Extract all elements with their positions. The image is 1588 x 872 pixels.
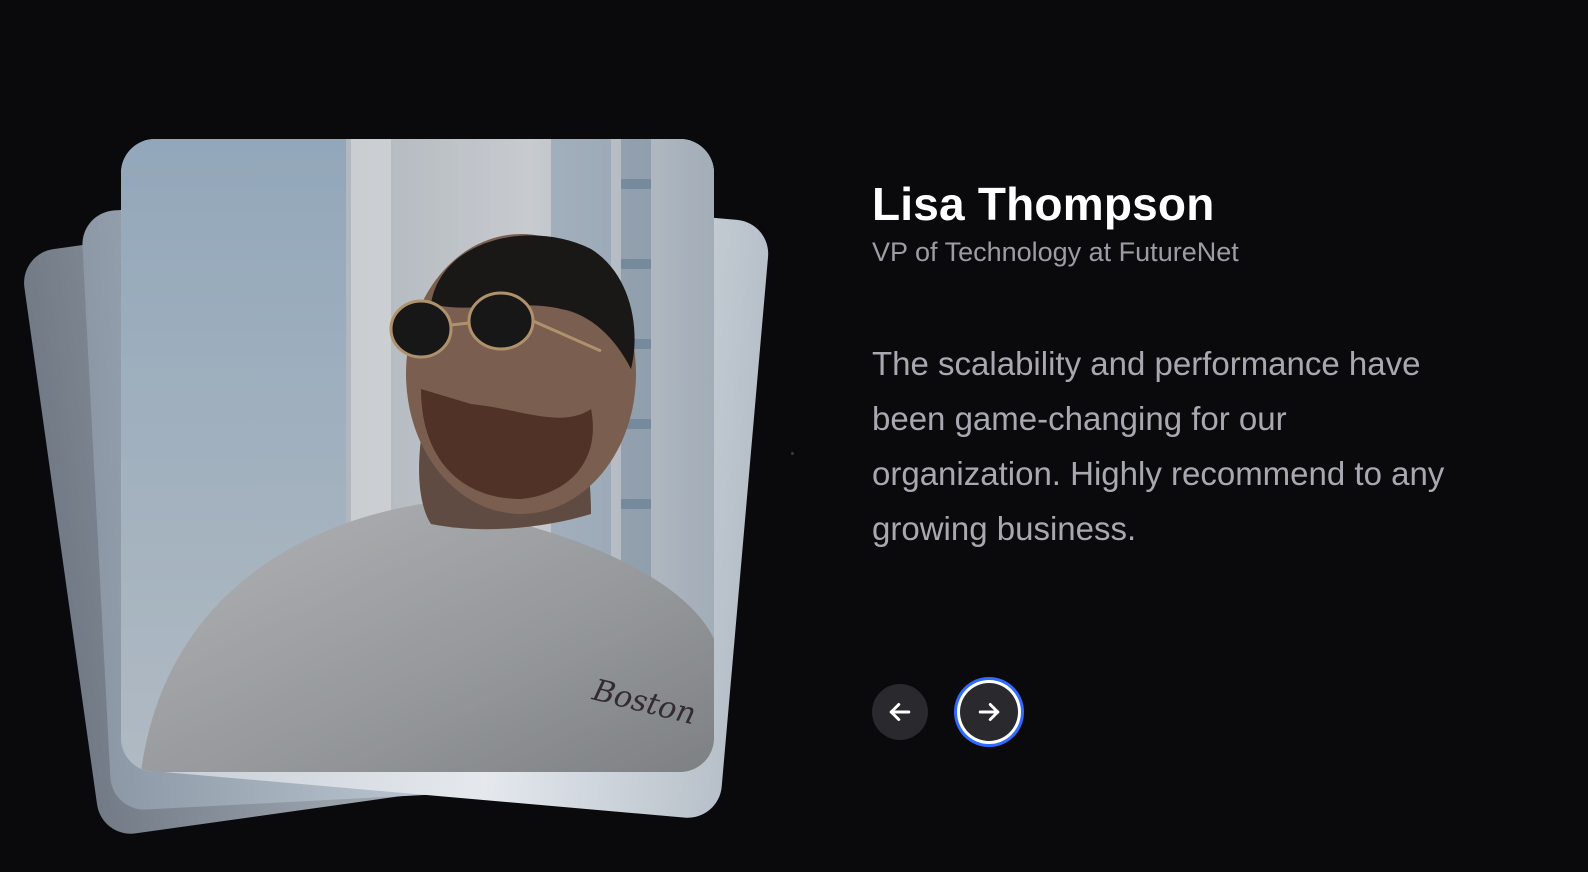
testimonial-carousel: Boston Lisa Thompson VP of Technology at… (0, 0, 1588, 872)
testimonial-content: Lisa Thompson VP of Technology at Future… (872, 176, 1512, 556)
testimonial-name: Lisa Thompson (872, 178, 1215, 230)
testimonial-quote: The scalability and performance have bee… (872, 345, 1445, 547)
testimonial-photo: Boston (121, 139, 714, 772)
arrow-right-icon (974, 697, 1004, 727)
next-button[interactable] (960, 683, 1018, 741)
arrow-left-icon (885, 697, 915, 727)
carousel-controls (872, 683, 1018, 741)
previous-button[interactable] (872, 684, 928, 740)
testimonial-role: VP of Technology at FutureNet (872, 237, 1239, 267)
decorative-dot (791, 452, 794, 455)
